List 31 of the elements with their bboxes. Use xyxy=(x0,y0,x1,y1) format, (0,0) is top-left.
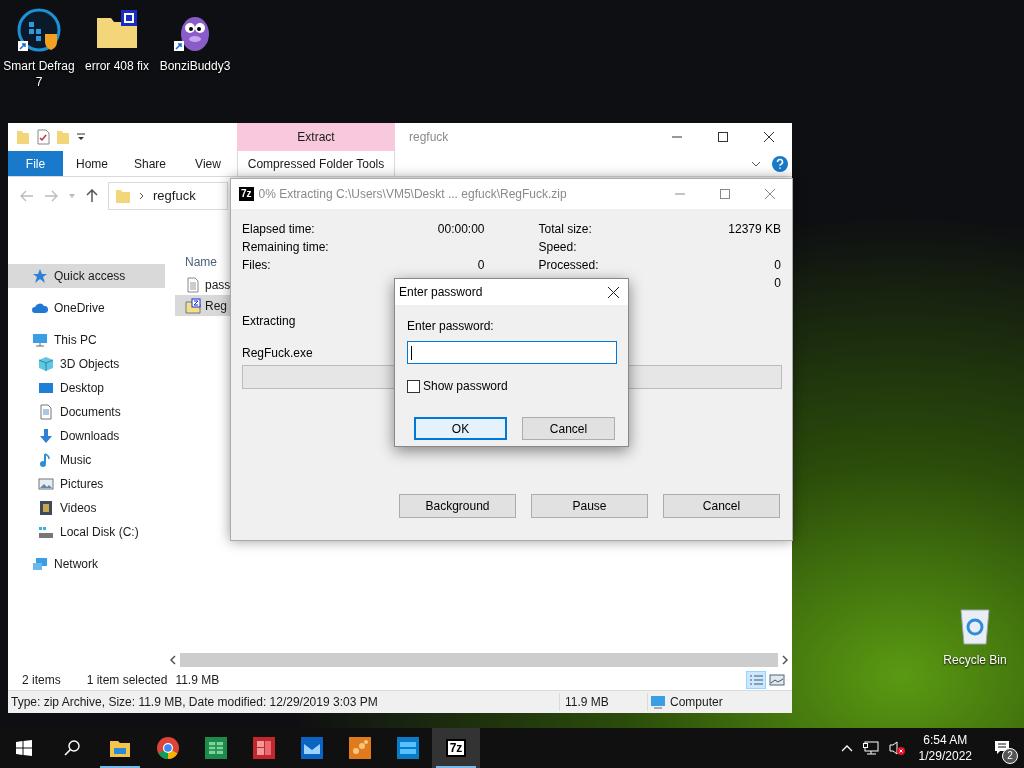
stat-value: 12379 KB xyxy=(728,221,781,238)
details-text: Type: zip Archive, Size: 11.9 MB, Date modified: 12/29/2019 3:03 PM xyxy=(11,694,379,711)
details-size: 11.9 MB xyxy=(559,693,647,711)
context-tab-header: Extract xyxy=(237,123,395,151)
selection-size: 11.9 MB xyxy=(175,671,220,689)
notification-badge: 2 xyxy=(1002,748,1018,764)
7zip-logo-icon: 7z xyxy=(239,187,254,201)
window-title: regfuck xyxy=(408,129,450,146)
item-count: 2 items xyxy=(22,671,61,689)
stat-label: Total size: xyxy=(538,221,592,238)
stat-value: 00:00:00 xyxy=(437,221,485,238)
stat-label: Remaining time: xyxy=(242,239,329,256)
current-file-name: RegFuck.exe xyxy=(242,345,313,362)
stat-label: Files: xyxy=(242,257,271,274)
icon-label: BonziBuddy3 xyxy=(159,58,231,74)
icon-label: Recycle Bin xyxy=(943,652,1007,668)
stat-label: Processed: xyxy=(538,257,599,274)
stat-label: Speed: xyxy=(538,239,577,256)
icon-label: error 408 fix xyxy=(85,58,149,74)
dialog-title: Enter password xyxy=(399,284,483,301)
stat-value: 0 xyxy=(774,275,781,292)
field-label: Enter password: xyxy=(407,318,494,335)
selection-count: 1 item selected xyxy=(86,671,168,689)
stat-value: 0 xyxy=(477,257,485,274)
location-label: Computer xyxy=(670,694,723,711)
status-text: Extracting xyxy=(242,313,296,330)
stat-value: 0 xyxy=(774,257,781,274)
7zip-logo-icon: 7z xyxy=(445,739,467,757)
window-title: 0% Extracting C:\Users\VM5\Deskt ... egfuck\RegFuck.zip xyxy=(258,186,567,203)
stat-label: Elapsed time: xyxy=(242,221,315,238)
icon-label: Smart Defrag 7 xyxy=(2,58,76,90)
